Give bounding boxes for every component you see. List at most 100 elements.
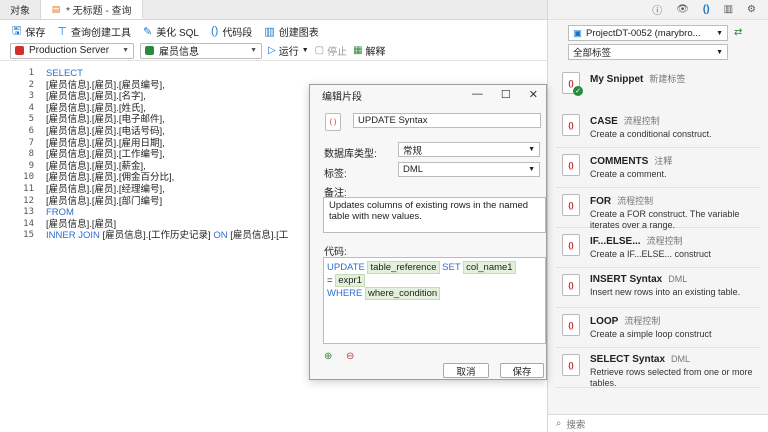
code-snippet-button[interactable]: () 代码段	[211, 24, 252, 39]
code-line[interactable]: [雇员信息].[雇员].[雇用日期],	[46, 138, 316, 150]
columns-icon[interactable]: ▥	[724, 4, 733, 15]
save-button[interactable]: 保存	[500, 363, 544, 378]
code-line[interactable]: FROM	[46, 207, 316, 219]
snippet-item[interactable]: () INSERT Syntax DML Insert new rows into a…	[556, 268, 761, 308]
sql-text: [雇员信息].[雇员].[部门编号]	[46, 195, 163, 207]
connection-bar: Production Server ▼ 雇员信息 ▼ ▷ 运行 ▼ ▢ 停止 ▦ 解释	[0, 41, 547, 61]
code-line[interactable]: [雇员信息].[雇员]	[46, 219, 316, 231]
snippet-item[interactable]: () SELECT Syntax DML Retrieve rows selected…	[556, 348, 761, 388]
code-line[interactable]: [雇员信息].[雇员].[经理编号],	[46, 184, 316, 196]
code-line[interactable]: [雇员信息].[雇员].[佣金百分比],	[46, 172, 316, 184]
snippet-tag: 流程控制	[617, 196, 654, 206]
code-keyword: UPDATE	[327, 262, 365, 273]
sync-icon[interactable]: ⇄	[734, 27, 742, 38]
query-builder-button[interactable]: ⊤ 查询创建工具	[57, 24, 131, 39]
minimize-icon[interactable]: —	[472, 88, 483, 101]
snippet-tag: 注释	[654, 156, 673, 166]
project-select[interactable]: ▣ ProjectDT-0052 (marybro... ▼	[568, 25, 728, 41]
beautify-sql-button[interactable]: ✎ 美化 SQL	[143, 24, 199, 39]
code-line[interactable]: [雇员信息].[雇员].[部门编号]	[46, 196, 316, 208]
sql-code[interactable]: SELECT [雇员信息].[雇员].[雇员编号], [雇员信息].[雇员].[名字…	[46, 68, 316, 242]
snippet-title: CASE 流程控制	[590, 114, 760, 127]
code-line[interactable]: [雇员信息].[雇员].[电话号码],	[46, 126, 316, 138]
window-controls: — ☐ ✕	[472, 88, 538, 101]
code-line[interactable]: [雇员信息].[雇员].[薪金],	[46, 161, 316, 173]
tag-select[interactable]: DML ▼	[398, 162, 540, 177]
notes-textarea[interactable]: Updates columns of existing rows in the …	[323, 197, 546, 233]
code-placeholder[interactable]: expr1	[335, 274, 365, 287]
snippet-name: LOOP	[590, 316, 619, 327]
snippet-item[interactable]: () COMMENTS 注释 Create a comment.	[556, 148, 761, 188]
code-placeholder[interactable]: table_reference	[367, 261, 440, 274]
code-line[interactable]: [雇员信息].[雇员].[姓氏],	[46, 103, 316, 115]
line-number: 10	[23, 172, 34, 183]
code-placeholder[interactable]: col_name1	[463, 261, 516, 274]
snippet-text: My Snippet 新建标签	[590, 72, 685, 85]
sql-text: [雇员信息].[雇员].[电话号码],	[46, 125, 165, 137]
snippet-text: COMMENTS 注释 Create a comment.	[590, 154, 760, 180]
tag-filter-select[interactable]: 全部标签 ▼	[568, 44, 728, 60]
snippet-title: SELECT Syntax DML	[590, 354, 760, 365]
chart-icon: ▥	[264, 25, 275, 38]
line-number: 8	[28, 149, 34, 160]
code-line[interactable]: SELECT	[46, 68, 316, 80]
code-line[interactable]: [雇员信息].[雇员].[工作编号],	[46, 149, 316, 161]
snippet-item[interactable]: () IF...ELSE... 流程控制 Create a IF...ELSE... …	[556, 228, 761, 268]
close-icon[interactable]: ✕	[529, 88, 538, 101]
snippet-icon: ()	[562, 154, 580, 176]
code-line[interactable]: INNER JOIN [雇员信息].[工作历史记录] ON [雇员信息].[工	[46, 230, 316, 242]
create-chart-button[interactable]: ▥ 创建图表	[264, 24, 318, 39]
snippet-name-input[interactable]: UPDATE Syntax	[353, 113, 541, 128]
code-keyword: WHERE	[327, 288, 363, 299]
snippet-title: FOR 流程控制	[590, 194, 760, 207]
tag-label: 标签:	[324, 169, 347, 180]
snippet-item[interactable]: () CASE 流程控制 Create a conditional construct…	[556, 108, 761, 148]
snippet-name: SELECT Syntax	[590, 354, 666, 365]
stop-button[interactable]: ▢ 停止	[315, 43, 347, 58]
eye-icon[interactable]: 👁	[676, 4, 689, 15]
chevron-down-icon: ▼	[716, 29, 723, 37]
snippet-description: Create a comment.	[590, 169, 667, 179]
maximize-icon[interactable]: ☐	[501, 88, 511, 101]
connection-select[interactable]: Production Server ▼	[10, 42, 134, 59]
remove-placeholder-icon[interactable]: ⊖	[346, 351, 354, 362]
snippet-search[interactable]: ⌕ 搜索	[548, 414, 768, 432]
snippet-tag: DML	[671, 354, 691, 364]
code-line[interactable]: [雇员信息].[雇员].[雇员编号],	[46, 80, 316, 92]
save-button[interactable]: 🖫 保存	[12, 22, 45, 41]
tab-objects[interactable]: 对象	[0, 0, 41, 19]
info-icon[interactable]: ⓘ	[652, 2, 662, 17]
explain-button[interactable]: ▦ 解释	[353, 43, 385, 58]
query-builder-icon: ⊤	[57, 25, 67, 38]
snippet-tag: 新建标签	[649, 74, 686, 84]
snippet-name: COMMENTS	[590, 156, 649, 167]
add-placeholder-icon[interactable]: ⊕	[324, 351, 332, 362]
code-placeholder[interactable]: where_condition	[365, 287, 441, 300]
code-label: 代码:	[324, 247, 347, 258]
snippet-item[interactable]: () ✓ My Snippet 新建标签	[556, 66, 761, 108]
snippet-item[interactable]: () LOOP 流程控制 Create a simple loop construct	[556, 308, 761, 348]
snippet-item[interactable]: () FOR 流程控制 Create a FOR construct. The var…	[556, 188, 761, 230]
db-type-select[interactable]: 常规 ▼	[398, 142, 540, 157]
code-line[interactable]: [雇员信息].[雇员].[名字],	[46, 91, 316, 103]
tab-bar: 对象 ▤ * 无标题 - 查询	[0, 0, 547, 20]
gear-icon[interactable]: ⚙	[747, 4, 756, 15]
code-textarea[interactable]: UPDATE table_reference SET col_name1 = e…	[323, 257, 546, 344]
run-button[interactable]: ▷ 运行 ▼	[268, 43, 309, 58]
cancel-button[interactable]: 取消	[443, 363, 489, 378]
snippet-description: Retrieve rows selected from one or more …	[590, 367, 753, 388]
line-number: 9	[28, 160, 34, 171]
snippet-title: COMMENTS 注释	[590, 154, 760, 167]
chevron-down-icon: ▼	[528, 146, 535, 153]
snippet-icon[interactable]: ()	[703, 4, 710, 15]
snippet-description: Insert new rows into an existing table.	[590, 287, 741, 297]
code-line[interactable]: [雇员信息].[雇员].[电子邮件],	[46, 114, 316, 126]
stop-icon: ▢	[314, 45, 325, 56]
connection-color-icon	[15, 46, 24, 55]
explain-icon: ▦	[353, 45, 363, 56]
tab-query[interactable]: ▤ * 无标题 - 查询	[41, 0, 143, 19]
snippet-icon: ()	[210, 25, 219, 37]
sql-text: [雇员信息].[雇员].[佣金百分比],	[46, 172, 175, 184]
database-select[interactable]: 雇员信息 ▼	[140, 42, 262, 59]
snippet-name-row: ( )	[325, 113, 341, 131]
